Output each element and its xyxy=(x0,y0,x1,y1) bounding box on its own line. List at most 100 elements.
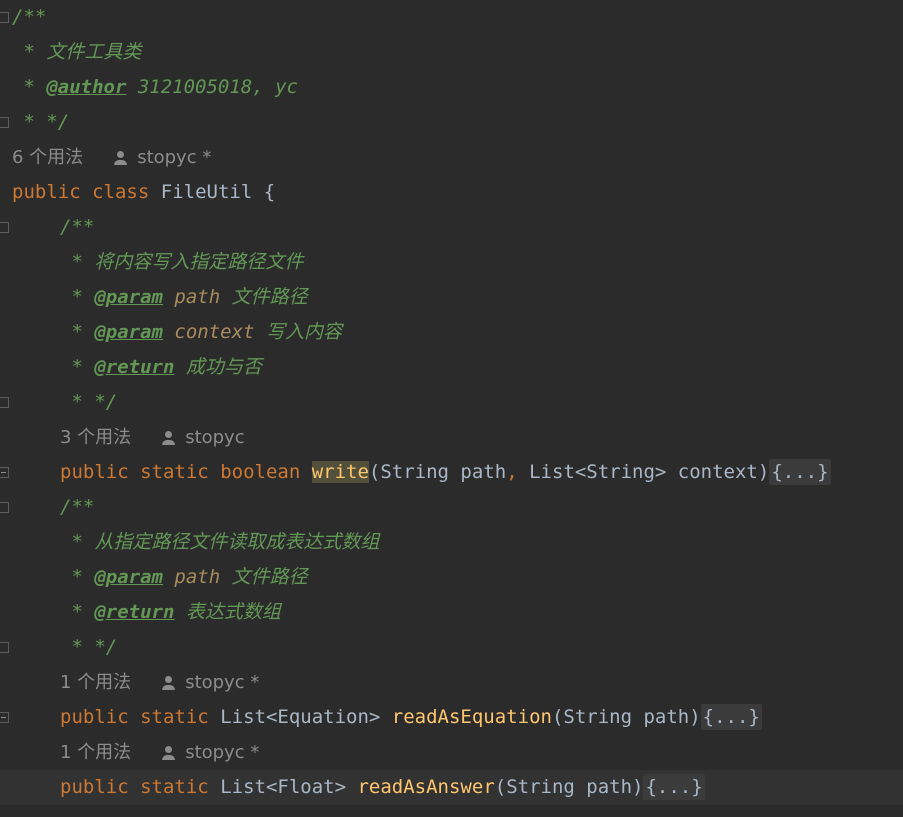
keyword-public: public xyxy=(60,776,129,798)
method-params: List<String> context) xyxy=(517,461,770,483)
method-read-as-equation: public static List<Equation> readAsEquat… xyxy=(60,700,903,735)
code-line: * @param path 文件路径 xyxy=(60,280,903,315)
code-line: /** xyxy=(60,490,903,525)
usage-hint[interactable]: 1 个用法 stopyc * xyxy=(60,735,259,770)
method-params: (String path) xyxy=(494,776,644,798)
doc-comment-open: /** xyxy=(12,6,47,28)
usage-hint[interactable]: 6 个用法 stopyc * xyxy=(12,140,211,175)
param-tag: @param xyxy=(94,286,163,308)
code-line: * 将内容写入指定路径文件 xyxy=(60,245,903,280)
folded-body[interactable]: {...} xyxy=(769,459,831,485)
method-name-read-as-equation[interactable]: readAsEquation xyxy=(392,706,552,728)
comma: , xyxy=(506,461,518,483)
doc-comment-open: /** xyxy=(60,496,95,518)
param-name: path xyxy=(174,286,221,308)
code-line: * @param context 写入内容 xyxy=(60,315,903,350)
code-line: * */ xyxy=(60,385,903,420)
author-hint[interactable]: stopyc * xyxy=(185,665,259,700)
person-icon xyxy=(161,745,177,761)
open-brace: { xyxy=(252,181,276,203)
code-line: * @param path 文件路径 xyxy=(60,560,903,595)
return-type: List<Float> xyxy=(220,776,347,798)
code-line: * */ xyxy=(12,105,903,140)
class-name[interactable]: FileUtil xyxy=(161,181,253,203)
code-line: /** xyxy=(60,210,903,245)
doc-comment-close: * */ xyxy=(60,636,118,658)
author-value: 3121005018, yc xyxy=(126,76,298,98)
return-description: 成功与否 xyxy=(174,356,262,378)
method-params: (String path xyxy=(368,461,507,483)
param-name: path xyxy=(174,566,221,588)
usage-hint[interactable]: 1 个用法 stopyc * xyxy=(60,665,259,700)
param-description: 文件路径 xyxy=(220,286,308,308)
param-tag: @param xyxy=(94,566,163,588)
doc-comment-close: * */ xyxy=(12,111,70,133)
keyword-class: class xyxy=(92,181,150,203)
fold-marker[interactable] xyxy=(0,642,9,653)
comment-star: * xyxy=(60,286,95,308)
doc-comment-description: * 文件工具类 xyxy=(12,41,142,63)
person-icon xyxy=(161,675,177,691)
comment-star: * xyxy=(12,76,47,98)
param-name: context xyxy=(174,321,255,343)
usage-count[interactable]: 6 个用法 xyxy=(12,140,83,175)
author-hint[interactable]: stopyc * xyxy=(185,735,259,770)
comment-star: * xyxy=(60,321,95,343)
method-name-read-as-answer[interactable]: readAsAnswer xyxy=(357,776,494,798)
fold-expand-marker[interactable] xyxy=(0,712,9,723)
inlay-hint-line: 3 个用法 stopyc xyxy=(60,420,903,455)
inlay-hint-line: 6 个用法 stopyc * xyxy=(12,140,903,175)
method-name-write[interactable]: write xyxy=(311,461,369,483)
usage-count[interactable]: 3 个用法 xyxy=(60,420,131,455)
code-line: * @return 表达式数组 xyxy=(60,595,903,630)
person-icon xyxy=(113,150,129,166)
fold-marker[interactable] xyxy=(0,117,9,128)
param-tag: @param xyxy=(94,321,163,343)
method-write: public static boolean write(String path,… xyxy=(60,455,903,490)
fold-marker[interactable] xyxy=(0,397,9,408)
person-icon xyxy=(161,430,177,446)
method-read-as-answer: public static List<Float> readAsAnswer(S… xyxy=(0,770,903,805)
code-line: * */ xyxy=(60,630,903,665)
doc-comment-close: * */ xyxy=(60,391,118,413)
code-line: * 文件工具类 xyxy=(12,35,903,70)
code-line: * @author 3121005018, yc xyxy=(12,70,903,105)
usage-hint[interactable]: 3 个用法 stopyc xyxy=(60,420,245,455)
folded-body[interactable]: {...} xyxy=(700,704,762,730)
return-tag: @return xyxy=(94,601,175,623)
doc-comment-description: * 从指定路径文件读取成表达式数组 xyxy=(60,531,380,553)
author-hint[interactable]: stopyc xyxy=(185,420,244,455)
usage-count[interactable]: 1 个用法 xyxy=(60,665,131,700)
keyword-static: static xyxy=(140,776,209,798)
fold-marker[interactable] xyxy=(0,502,9,513)
doc-comment-description: * 将内容写入指定路径文件 xyxy=(60,251,304,273)
author-tag: @author xyxy=(46,76,127,98)
comment-star: * xyxy=(60,601,95,623)
class-declaration: public class FileUtil { xyxy=(12,175,903,210)
usage-count[interactable]: 1 个用法 xyxy=(60,735,131,770)
author-hint[interactable]: stopyc * xyxy=(137,140,211,175)
fold-expand-marker[interactable] xyxy=(0,467,9,478)
keyword-boolean: boolean xyxy=(220,461,301,483)
comment-star: * xyxy=(60,566,95,588)
inlay-hint-line: 1 个用法 stopyc * xyxy=(60,665,903,700)
return-tag: @return xyxy=(94,356,175,378)
return-type: List<Equation> xyxy=(220,706,381,728)
inlay-hint-line: 1 个用法 stopyc * xyxy=(60,735,903,770)
folded-body[interactable]: {...} xyxy=(643,774,705,800)
fold-marker[interactable] xyxy=(0,12,9,23)
return-description: 表达式数组 xyxy=(174,601,281,623)
code-line: * @return 成功与否 xyxy=(60,350,903,385)
code-line: * 从指定路径文件读取成表达式数组 xyxy=(60,525,903,560)
param-description: 文件路径 xyxy=(220,566,308,588)
param-description: 写入内容 xyxy=(254,321,342,343)
method-params: (String path) xyxy=(551,706,701,728)
keyword-static: static xyxy=(140,706,209,728)
keyword-static: static xyxy=(140,461,209,483)
doc-comment-open: /** xyxy=(60,216,95,238)
fold-marker[interactable] xyxy=(0,222,9,233)
keyword-public: public xyxy=(60,461,129,483)
keyword-public: public xyxy=(12,181,81,203)
keyword-public: public xyxy=(60,706,129,728)
code-line: /** xyxy=(12,0,903,35)
